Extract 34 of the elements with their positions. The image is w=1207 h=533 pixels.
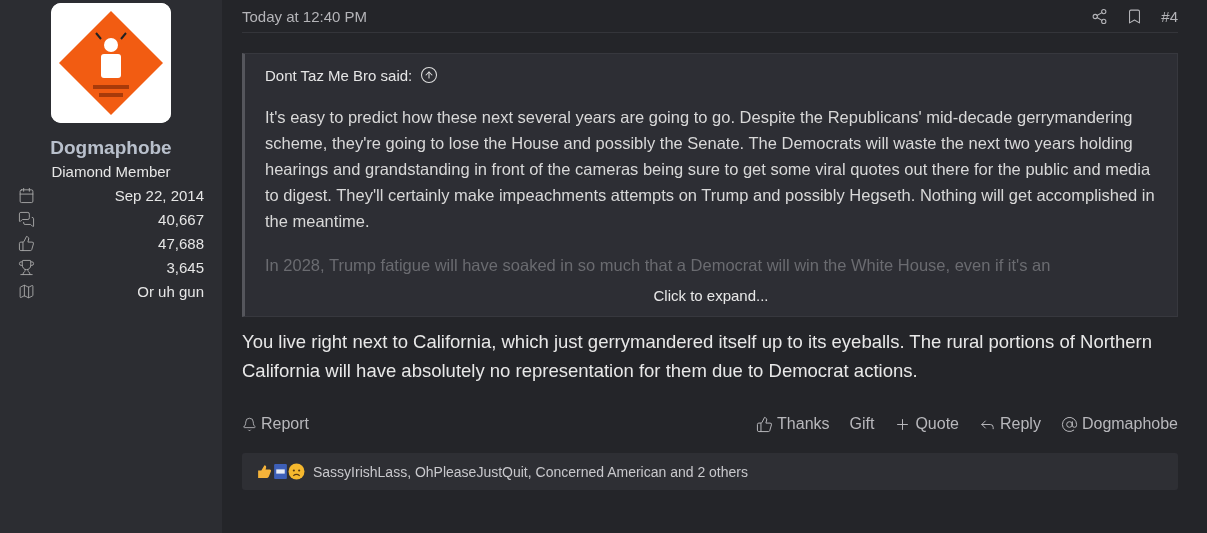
document-icon	[273, 463, 288, 480]
stat-value: Or uh gun	[137, 283, 204, 300]
mention-link[interactable]: Dogmaphobe	[1060, 415, 1178, 433]
post-text: You live right next to California, which just gerrymandered itself up to its eyeballs. The rural portions of Northern California will have absolutely no representation for them due to Democrat actions.	[242, 330, 1154, 383]
calendar-icon	[18, 187, 35, 204]
thumbs-up-icon	[18, 235, 35, 252]
stat-value: Sep 22, 2014	[114, 187, 204, 204]
trophy-icon	[18, 259, 35, 276]
thumbs-up-icon	[256, 463, 273, 480]
stat-value: 47,688	[158, 235, 204, 252]
post-number[interactable]: #4	[1161, 7, 1178, 25]
bell-icon	[242, 416, 257, 432]
quote-text: In 2028, Trump fatigue will have soaked in so much that a Democrat will win the White House, even if it's an	[265, 255, 1052, 276]
map-icon	[18, 283, 35, 300]
username[interactable]: Dogmaphobe	[50, 137, 172, 159]
quote-author[interactable]: Dont Taz Me Bro said:	[265, 66, 413, 84]
gift-link[interactable]: Gift	[849, 415, 875, 433]
post-time[interactable]: Today at 12:40 PM	[242, 7, 368, 25]
expand-link[interactable]: Click to expand...	[631, 287, 791, 304]
share-icon[interactable]	[1091, 7, 1109, 25]
sad-face-icon	[288, 463, 305, 480]
user-title: Diamond Member	[51, 163, 171, 180]
thumbs-up-icon	[756, 415, 774, 433]
quote-text: It's easy to predict how these next several years are going to go. Despite the Republicans' mid-decade gerrymandering scheme, they're going to lose the House and possibly the Senate. The Democrats will waste the next two years holding hearings and grandstanding in front of the cameras being sure to get some viral quotes out there for the public and media to digest. They'll certainly make impeachments attempts on Trump and possibly Hegseth. Nothing will get accomplished in the meantime.	[265, 107, 1156, 232]
at-sign-icon	[1060, 415, 1078, 433]
thanks-link[interactable]: Thanks	[756, 415, 830, 433]
reply-link[interactable]: Reply	[979, 415, 1041, 433]
quote-link[interactable]: Quote	[894, 415, 959, 433]
stat-value: 40,667	[158, 211, 204, 228]
stat-value: 3,645	[166, 259, 204, 276]
speech-bubbles-icon	[18, 211, 35, 228]
arrow-up-icon[interactable]	[420, 66, 439, 84]
report-link[interactable]: Report	[242, 415, 310, 433]
reactions-list[interactable]: SassyIrishLass, OhPleaseJustQuit, Concerned American and 2 others	[313, 463, 748, 480]
